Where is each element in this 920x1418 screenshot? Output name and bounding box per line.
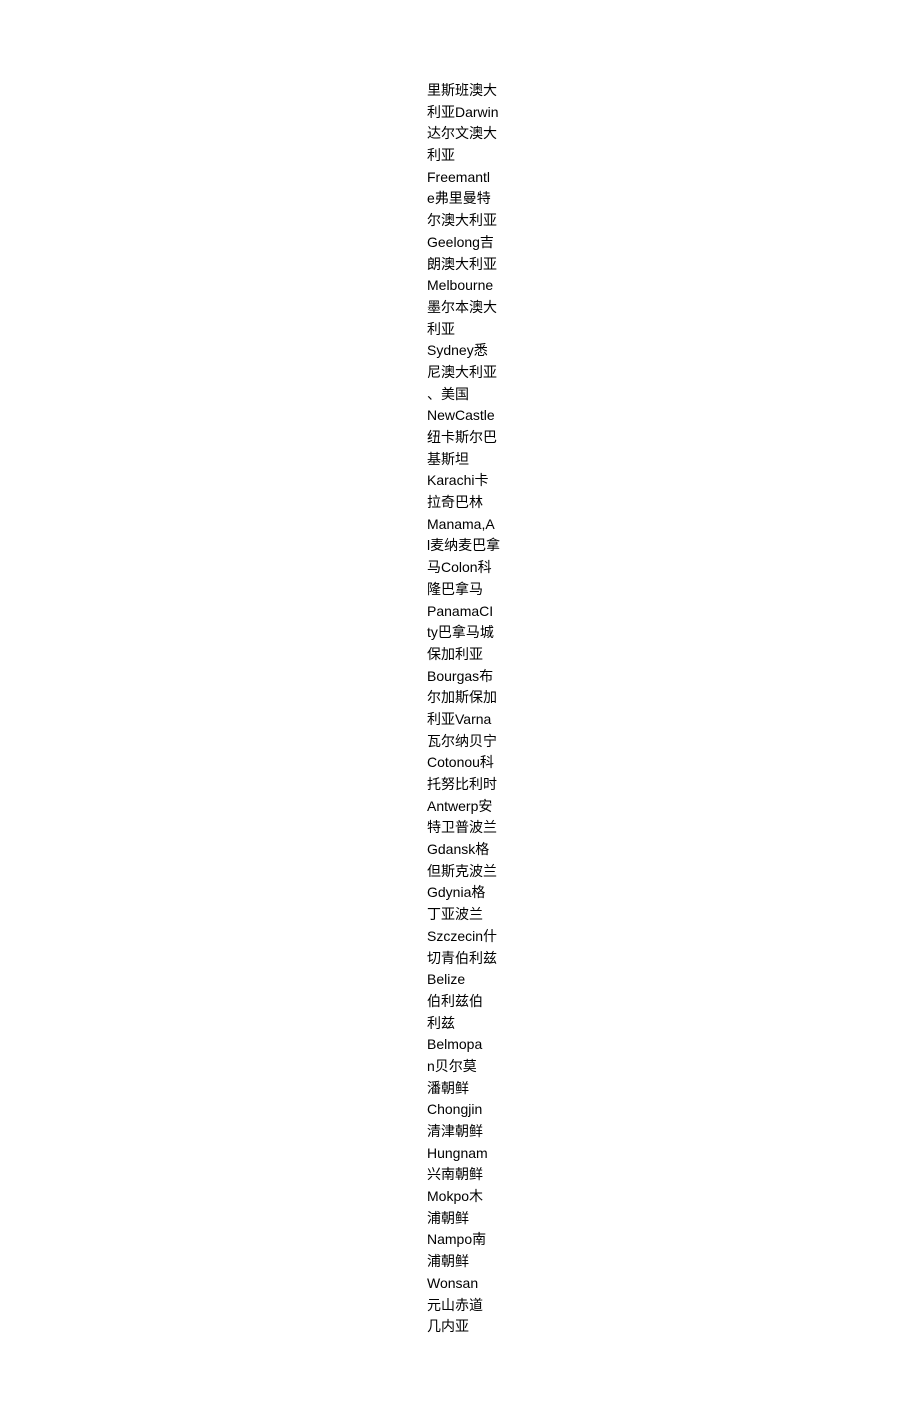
list-item: 尔加斯保加 — [427, 687, 920, 709]
list-item: NewCastle — [427, 405, 920, 427]
list-item: 但斯克波兰 — [427, 861, 920, 883]
list-item: 几内亚 — [427, 1316, 920, 1338]
list-item: 浦朝鲜 — [427, 1208, 920, 1230]
list-item: Sydney悉 — [427, 340, 920, 362]
list-item: 纽卡斯尔巴 — [427, 427, 920, 449]
list-item: 切青伯利兹 — [427, 948, 920, 970]
list-item: 、美国 — [427, 384, 920, 406]
list-item: 尼澳大利亚 — [427, 362, 920, 384]
list-item: 利亚 — [427, 319, 920, 341]
list-item: 朗澳大利亚 — [427, 254, 920, 276]
list-item: 利亚Darwin — [427, 102, 920, 124]
list-item: Wonsan — [427, 1273, 920, 1295]
list-item: Gdynia格 — [427, 882, 920, 904]
list-item: 元山赤道 — [427, 1295, 920, 1317]
list-item: 利兹 — [427, 1013, 920, 1035]
list-item: Freemantl — [427, 167, 920, 189]
list-item: Manama,A — [427, 514, 920, 536]
list-item: 托努比利时 — [427, 774, 920, 796]
list-item: 保加利亚 — [427, 644, 920, 666]
list-item: PanamaCI — [427, 601, 920, 623]
list-item: 马Colon科 — [427, 557, 920, 579]
list-item: 瓦尔纳贝宁 — [427, 731, 920, 753]
list-item: 里斯班澳大 — [427, 80, 920, 102]
list-item: 拉奇巴林 — [427, 492, 920, 514]
list-item: Mokpo木 — [427, 1186, 920, 1208]
list-item: 墨尔本澳大 — [427, 297, 920, 319]
list-item: 特卫普波兰 — [427, 817, 920, 839]
list-item: 尔澳大利亚 — [427, 210, 920, 232]
list-item: Chongjin — [427, 1099, 920, 1121]
list-item: ty巴拿马城 — [427, 622, 920, 644]
list-item: 利亚 — [427, 145, 920, 167]
list-item: 隆巴拿马 — [427, 579, 920, 601]
list-item: Nampo南 — [427, 1229, 920, 1251]
list-item: Belmopa — [427, 1034, 920, 1056]
list-item: 兴南朝鲜 — [427, 1164, 920, 1186]
list-item: 清津朝鲜 — [427, 1121, 920, 1143]
list-item: Cotonou科 — [427, 752, 920, 774]
list-item: Belize — [427, 969, 920, 991]
list-item: n贝尔莫 — [427, 1056, 920, 1078]
list-item: 达尔文澳大 — [427, 123, 920, 145]
list-item: 丁亚波兰 — [427, 904, 920, 926]
list-item: Geelong吉 — [427, 232, 920, 254]
list-item: 伯利兹伯 — [427, 991, 920, 1013]
list-item: e弗里曼特 — [427, 188, 920, 210]
list-item: Antwerp安 — [427, 796, 920, 818]
list-item: Melbourne — [427, 275, 920, 297]
list-item: Szczecin什 — [427, 926, 920, 948]
list-item: 利亚Varna — [427, 709, 920, 731]
list-item: 潘朝鲜 — [427, 1078, 920, 1100]
list-item: Karachi卡 — [427, 470, 920, 492]
list-item: Gdansk格 — [427, 839, 920, 861]
list-item: Hungnam — [427, 1143, 920, 1165]
list-item: Bourgas布 — [427, 666, 920, 688]
list-item: 浦朝鲜 — [427, 1251, 920, 1273]
list-item: 基斯坦 — [427, 449, 920, 471]
main-content: 里斯班澳大利亚Darwin达尔文澳大利亚Freemantle弗里曼特尔澳大利亚G… — [0, 0, 920, 1418]
list-item: l麦纳麦巴拿 — [427, 535, 920, 557]
